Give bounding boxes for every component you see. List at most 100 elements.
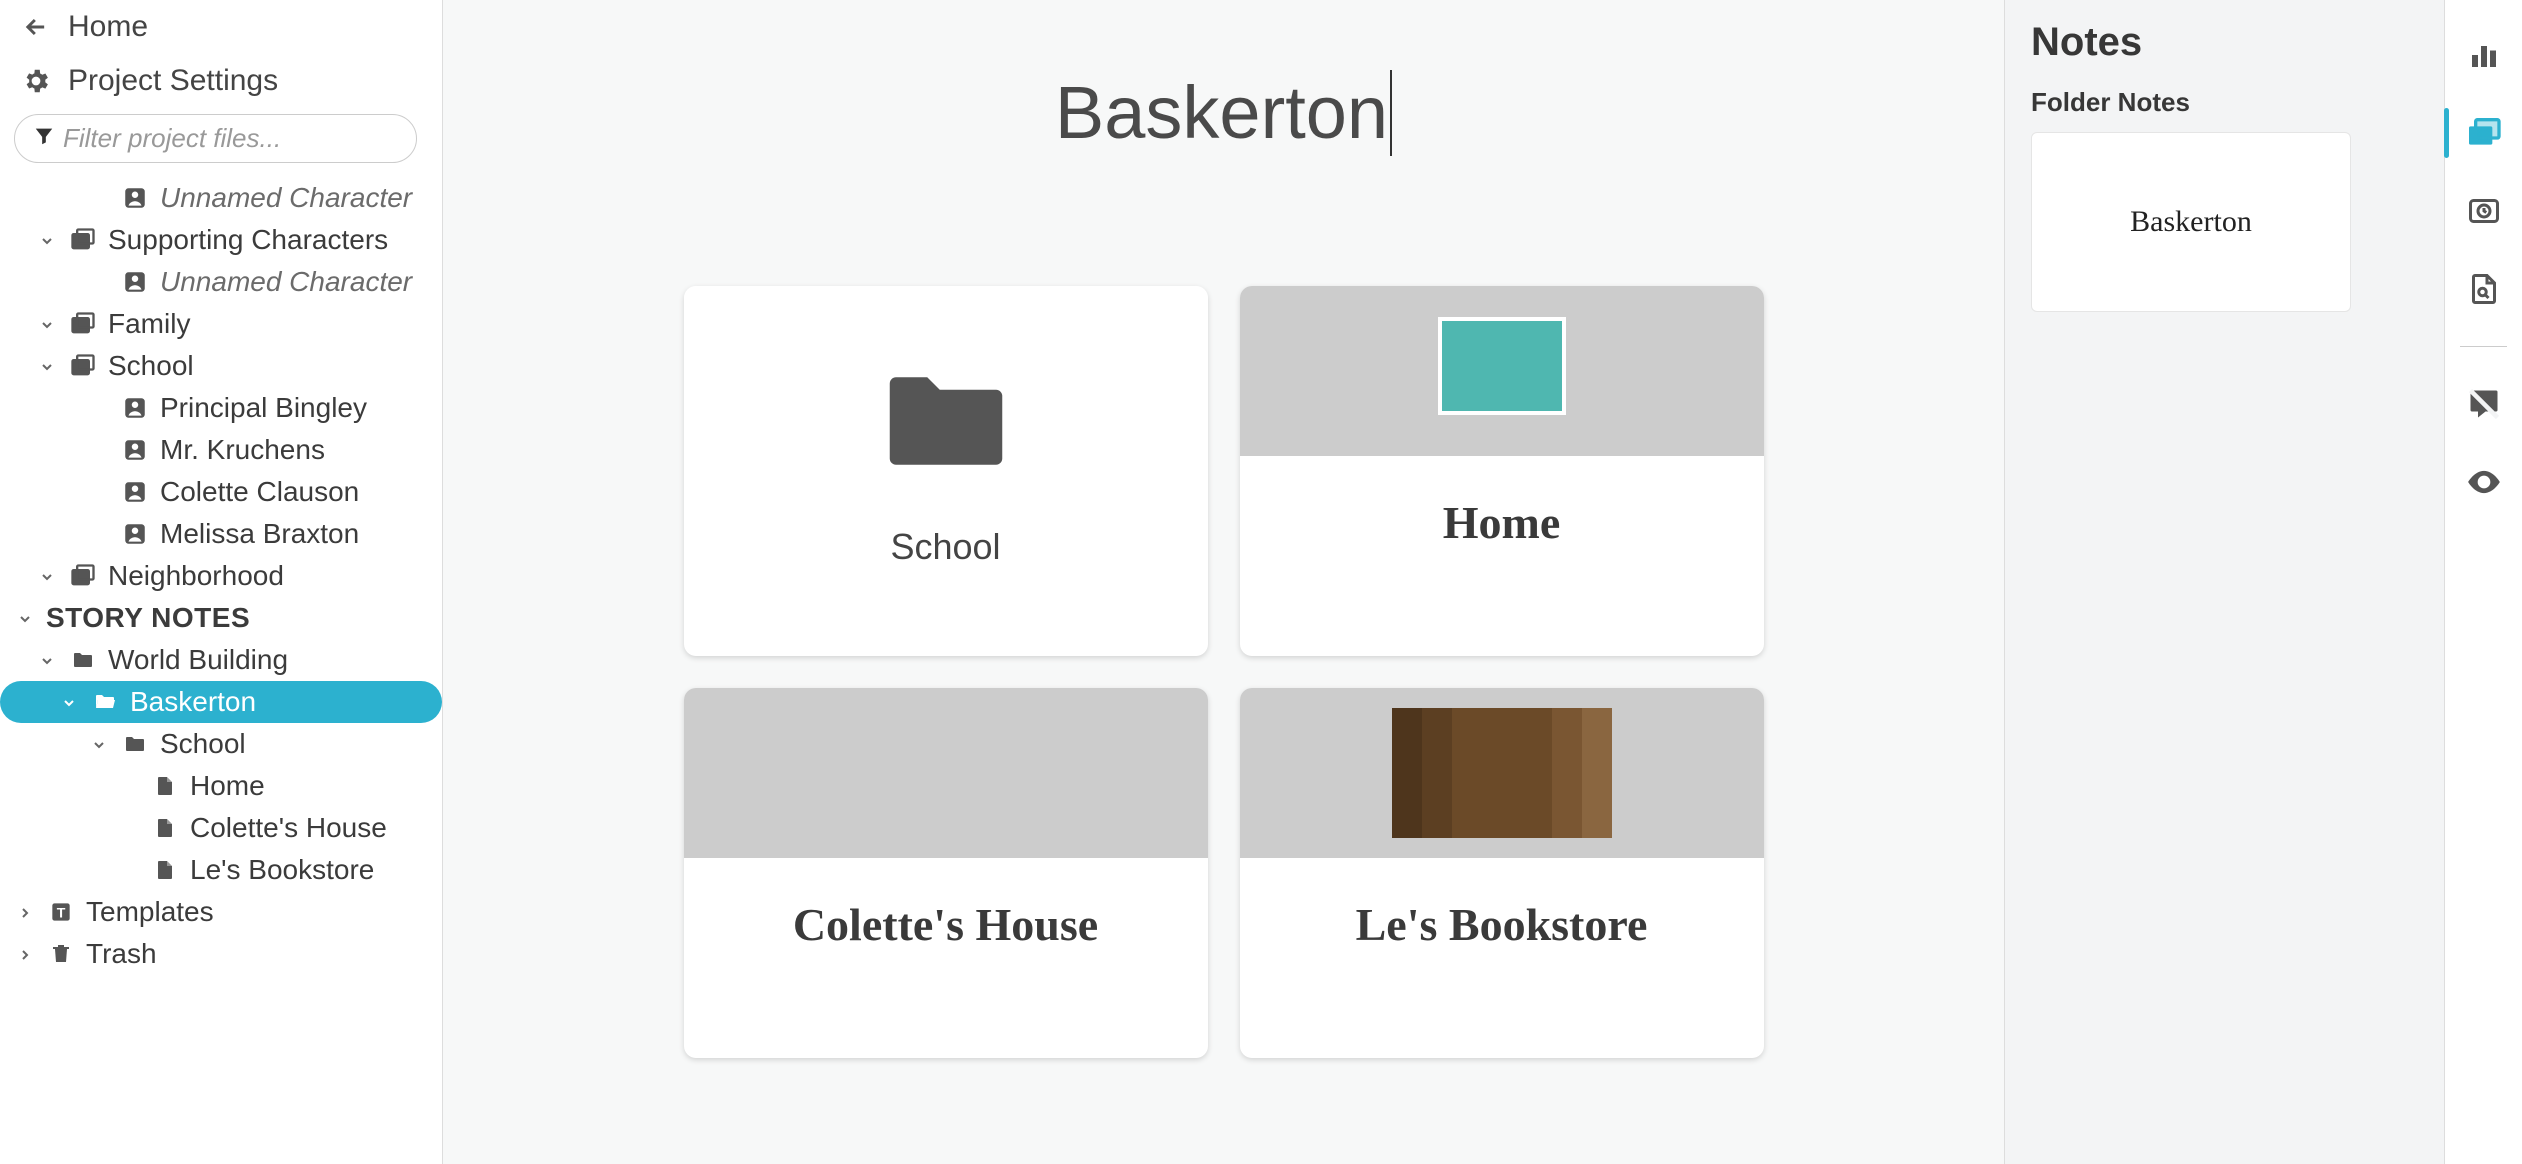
tree-item[interactable]: Trash — [0, 933, 442, 975]
content-card[interactable]: Colette's House — [684, 688, 1208, 1058]
disclosure-caret-icon[interactable] — [36, 308, 58, 340]
trash-icon — [46, 941, 76, 967]
tree-item-label: World Building — [108, 644, 430, 676]
page-title-wrap[interactable]: Baskerton — [483, 70, 1964, 156]
nav-settings-label: Project Settings — [68, 64, 278, 98]
tree-item-label: Melissa Braxton — [160, 518, 430, 550]
notes-icon[interactable] — [2463, 112, 2505, 154]
tree-item-label: Supporting Characters — [108, 224, 430, 256]
tree-item-label: Le's Bookstore — [190, 854, 430, 886]
tree-item[interactable]: STORY NOTES — [0, 597, 442, 639]
comments-icon[interactable] — [2463, 383, 2505, 425]
tree-item-label: Neighborhood — [108, 560, 430, 592]
disclosure-caret-icon[interactable] — [88, 728, 110, 760]
card-thumbnail — [1240, 286, 1764, 456]
tree-item[interactable]: Principal Bingley — [0, 387, 442, 429]
tree-item[interactable]: Family — [0, 303, 442, 345]
nav-home-label: Home — [68, 10, 148, 44]
notes-panel: Notes Folder Notes Baskerton — [2004, 0, 2444, 1164]
tree-item[interactable]: Colette Clauson — [0, 471, 442, 513]
content-card[interactable]: Home — [1240, 286, 1764, 656]
stats-icon[interactable] — [2463, 34, 2505, 76]
person-icon — [120, 521, 150, 547]
disclosure-caret-icon[interactable] — [36, 644, 58, 676]
tree-item[interactable]: Unnamed Character — [0, 261, 442, 303]
content-card[interactable]: Le's Bookstore — [1240, 688, 1764, 1058]
filter-icon — [33, 125, 55, 152]
tree-item-label: Colette's House — [190, 812, 430, 844]
tree-item-label: Templates — [86, 896, 430, 928]
tree-item[interactable]: Neighborhood — [0, 555, 442, 597]
doc-icon — [150, 857, 180, 883]
filter-input[interactable] — [63, 123, 398, 154]
tree-item[interactable]: School — [0, 345, 442, 387]
tree-item-label: Trash — [86, 938, 430, 970]
sidebar: Home Project Settings Unnamed Character S… — [0, 0, 443, 1164]
cards-icon — [68, 226, 98, 254]
disclosure-caret-icon[interactable] — [36, 224, 58, 256]
find-in-page-icon[interactable] — [2463, 268, 2505, 310]
nav-home[interactable]: Home — [0, 0, 442, 54]
person-icon — [120, 269, 150, 295]
tree-item[interactable]: Mr. Kruchens — [0, 429, 442, 471]
folder-icon — [68, 648, 98, 672]
tree-item[interactable]: Unnamed Character — [0, 177, 442, 219]
tree-item-label: STORY NOTES — [46, 602, 430, 634]
doc-icon — [150, 773, 180, 799]
card-title: Colette's House — [684, 858, 1208, 1058]
tree-item-label: School — [108, 350, 430, 382]
card-title: School — [684, 496, 1208, 656]
tree-item[interactable]: Le's Bookstore — [0, 849, 442, 891]
note-card[interactable]: Baskerton — [2031, 132, 2351, 312]
gear-icon — [20, 66, 52, 96]
tree-item-label: Principal Bingley — [160, 392, 430, 424]
disclosure-caret-icon[interactable] — [14, 938, 36, 970]
cards-icon — [68, 562, 98, 590]
folder-icon — [684, 286, 1208, 496]
rail-divider — [2460, 346, 2506, 347]
svg-text:T: T — [57, 904, 66, 920]
tree-item-label: Unnamed Character — [160, 182, 430, 214]
template-icon: T — [46, 899, 76, 925]
tree-item-label: School — [160, 728, 430, 760]
filter-row — [0, 108, 442, 173]
notes-subheading: Folder Notes — [2031, 87, 2418, 118]
tree-item[interactable]: World Building — [0, 639, 442, 681]
text-cursor — [1390, 70, 1392, 156]
filter-input-wrap[interactable] — [14, 114, 417, 163]
disclosure-caret-icon[interactable] — [14, 602, 36, 634]
tree-item[interactable]: Baskerton — [0, 681, 442, 723]
person-icon — [120, 437, 150, 463]
tree-item-label: Family — [108, 308, 430, 340]
tree-item-label: Home — [190, 770, 430, 802]
disclosure-caret-icon[interactable] — [36, 560, 58, 592]
disclosure-caret-icon[interactable] — [58, 686, 80, 718]
tree-item-label: Baskerton — [130, 686, 430, 718]
disclosure-caret-icon[interactable] — [14, 896, 36, 928]
tree-item[interactable]: Colette's House — [0, 807, 442, 849]
person-icon — [120, 395, 150, 421]
content-card[interactable]: School — [684, 286, 1208, 656]
cards-grid: SchoolHome Colette's HouseLe's Bookstore — [684, 286, 1764, 1058]
tree-item[interactable]: Supporting Characters — [0, 219, 442, 261]
file-tree: Unnamed Character Supporting Characters Un… — [0, 173, 442, 1164]
tree-item-label: Unnamed Character — [160, 266, 430, 298]
disclosure-caret-icon[interactable] — [36, 350, 58, 382]
page-title: Baskerton — [1055, 70, 1388, 156]
note-card-title: Baskerton — [2130, 205, 2252, 239]
tree-item[interactable]: T Templates — [0, 891, 442, 933]
main-content: Baskerton SchoolHome Colette's HouseLe's … — [443, 0, 2004, 1164]
tree-item[interactable]: Melissa Braxton — [0, 513, 442, 555]
tree-item[interactable]: School — [0, 723, 442, 765]
history-icon[interactable] — [2463, 190, 2505, 232]
doc-icon — [150, 815, 180, 841]
card-title: Le's Bookstore — [1240, 858, 1764, 1058]
card-title: Home — [1240, 456, 1764, 656]
tree-item[interactable]: Home — [0, 765, 442, 807]
nav-project-settings[interactable]: Project Settings — [0, 54, 442, 108]
visibility-icon[interactable] — [2463, 461, 2505, 503]
cards-icon — [68, 352, 98, 380]
folder-open-icon — [90, 690, 120, 714]
notes-heading: Notes — [2031, 20, 2418, 65]
person-icon — [120, 185, 150, 211]
